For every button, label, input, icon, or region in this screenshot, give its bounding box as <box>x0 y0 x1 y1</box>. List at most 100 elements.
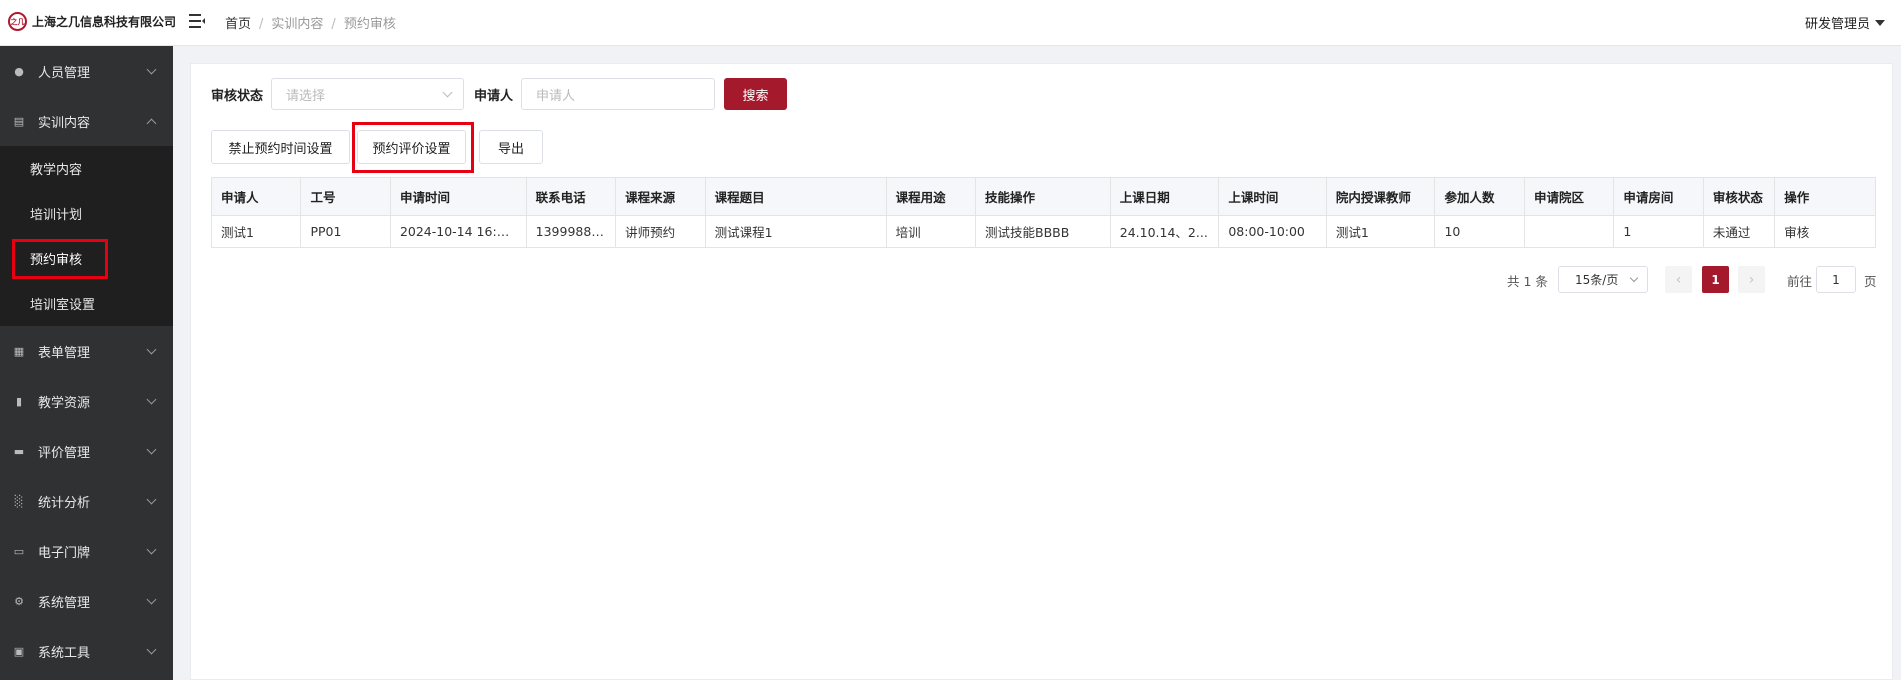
table-row[interactable]: 测试1 PP01 2024-10-14 16:39... 13999885...… <box>210 215 1876 248</box>
sidebar-item-system[interactable]: ⚙ 系统管理 <box>0 576 173 626</box>
sidebar-item-tools[interactable]: ▣ 系统工具 <box>0 626 173 676</box>
booking-table: 申请人 工号 申请时间 联系电话 课程来源 课程题目 课程用途 技能操作 上课日… <box>210 177 1876 248</box>
table-cell: 未通过 <box>1702 215 1776 248</box>
column-header[interactable]: 申请人 <box>210 177 302 216</box>
sidebar-item-statistics[interactable]: ░ 统计分析 <box>0 476 173 526</box>
table-cell <box>1523 215 1615 248</box>
sidebar-item-users[interactable]: ● 人员管理 <box>0 46 173 96</box>
chevron-down-icon <box>1629 273 1639 283</box>
table-cell: 测试课程1 <box>704 215 887 248</box>
menu-toggle-icon[interactable] <box>189 14 205 28</box>
toolbox-icon: ▣ <box>13 644 25 658</box>
table-cell: 08:00-10:00 <box>1218 215 1327 248</box>
column-header[interactable]: 技能操作 <box>975 177 1111 216</box>
highlight-box <box>12 239 108 279</box>
column-header[interactable]: 联系电话 <box>525 177 617 216</box>
column-header[interactable]: 参加人数 <box>1434 177 1525 216</box>
logo[interactable]: 之几 上海之几信息科技有限公司 <box>8 12 176 31</box>
column-header[interactable]: 申请房间 <box>1613 177 1704 216</box>
sidebar-item-training-content[interactable]: ▤ 实训内容 <box>0 96 173 146</box>
table-cell: PP01 <box>300 215 391 248</box>
chevron-down-icon <box>442 87 453 98</box>
content-icon: ▤ <box>13 114 25 128</box>
main-panel: 审核状态 请选择 申请人 申请人 搜索 禁止预约时间设置 预约评价设置 导出 申… <box>190 63 1893 680</box>
sidebar-item-label: 统计分析 <box>38 495 91 511</box>
table-cell: 2024-10-14 16:39... <box>389 215 527 248</box>
page-unit-label: 页 <box>1864 274 1877 289</box>
table-cell: 1 <box>1613 215 1704 248</box>
review-link[interactable]: 审核 <box>1774 215 1876 248</box>
chevron-down-icon <box>146 444 157 455</box>
column-header[interactable]: 申请院区 <box>1523 177 1615 216</box>
user-name: 研发管理员 <box>1804 17 1870 32</box>
submenu-training-content: 教学内容 培训计划 预约审核 培训室设置 <box>0 146 173 326</box>
goto-label: 前往 <box>1787 274 1813 289</box>
top-header: 之几 上海之几信息科技有限公司 首页 / 实训内容 / 预约审核 研发管理员 <box>0 0 1901 46</box>
column-header[interactable]: 上课日期 <box>1109 177 1220 216</box>
evaluation-icon: ▬ <box>13 444 25 458</box>
sidebar-item-doorplate[interactable]: ▭ 电子门牌 <box>0 526 173 576</box>
pagination-total: 共 1 条 <box>1507 274 1548 289</box>
company-name: 上海之几信息科技有限公司 <box>32 15 177 29</box>
sidebar-subitem-teaching-content[interactable]: 教学内容 <box>0 146 173 191</box>
column-header[interactable]: 课程用途 <box>885 177 977 216</box>
status-select-placeholder: 请选择 <box>286 88 326 104</box>
column-header[interactable]: 院内授课教师 <box>1325 177 1436 216</box>
chevron-down-icon <box>146 494 157 505</box>
page-number-current[interactable]: 1 <box>1702 266 1729 293</box>
subitem-label: 教学内容 <box>30 163 83 178</box>
chevron-down-icon <box>146 394 157 405</box>
monitor-icon: ▭ <box>13 544 25 558</box>
table-cell: 测试技能BBBB <box>975 215 1111 248</box>
sidebar: ● 人员管理 ▤ 实训内容 教学内容 培训计划 预约审核 培训室设置 ▦ 表单管… <box>0 46 173 680</box>
column-header[interactable]: 申请时间 <box>389 177 527 216</box>
export-button[interactable]: 导出 <box>479 130 543 164</box>
table-cell: 测试1 <box>1325 215 1436 248</box>
gear-icon: ⚙ <box>14 594 24 608</box>
sidebar-item-label: 系统工具 <box>38 645 91 661</box>
column-header[interactable]: 工号 <box>300 177 391 216</box>
sidebar-item-resources[interactable]: ▮ 教学资源 <box>0 376 173 426</box>
page-size-value: 15条/页 <box>1575 273 1619 287</box>
sidebar-item-forms[interactable]: ▦ 表单管理 <box>0 326 173 376</box>
users-icon: ● <box>14 64 24 78</box>
sidebar-item-label: 电子门牌 <box>38 545 91 561</box>
chevron-up-icon <box>146 118 157 129</box>
column-header[interactable]: 审核状态 <box>1702 177 1776 216</box>
applicant-filter-label: 申请人 <box>474 89 514 104</box>
sidebar-subitem-room-settings[interactable]: 培训室设置 <box>0 281 173 326</box>
prev-page-button[interactable]: ‹ <box>1665 266 1692 293</box>
status-select[interactable]: 请选择 <box>271 78 464 110</box>
next-page-button[interactable]: › <box>1738 266 1765 293</box>
table-cell: 讲师预约 <box>615 215 706 248</box>
logo-icon: 之几 <box>8 12 27 31</box>
user-menu[interactable]: 研发管理员 <box>1805 13 1885 32</box>
search-button[interactable]: 搜索 <box>724 78 787 110</box>
sidebar-subitem-training-plan[interactable]: 培训计划 <box>0 191 173 236</box>
column-header[interactable]: 课程题目 <box>704 177 887 216</box>
sidebar-subitem-booking-review[interactable]: 预约审核 <box>0 236 173 281</box>
forbid-booking-time-button[interactable]: 禁止预约时间设置 <box>211 130 350 164</box>
sidebar-item-label: 评价管理 <box>38 445 91 461</box>
sidebar-item-evaluation[interactable]: ▬ 评价管理 <box>0 426 173 476</box>
chart-icon: ░ <box>14 494 24 508</box>
resource-icon: ▮ <box>15 394 23 408</box>
sidebar-item-label: 系统管理 <box>38 595 91 611</box>
breadcrumb-home[interactable]: 首页 <box>225 17 251 32</box>
status-filter-label: 审核状态 <box>211 89 264 104</box>
sidebar-item-label: 实训内容 <box>38 115 91 131</box>
sidebar-item-label: 表单管理 <box>38 345 91 361</box>
chevron-left-icon: ‹ <box>1675 271 1682 288</box>
sidebar-item-label: 教学资源 <box>38 395 91 411</box>
form-icon: ▦ <box>13 344 25 358</box>
goto-page-input[interactable]: 1 <box>1816 266 1856 293</box>
caret-down-icon <box>1875 19 1885 26</box>
chevron-down-icon <box>146 544 157 555</box>
page-size-select[interactable]: 15条/页 <box>1558 266 1648 293</box>
applicant-input[interactable]: 申请人 <box>521 78 715 110</box>
table-cell: 10 <box>1434 215 1525 248</box>
breadcrumb-section[interactable]: 实训内容 <box>271 17 323 32</box>
column-header[interactable]: 上课时间 <box>1218 177 1327 216</box>
column-header[interactable]: 课程来源 <box>615 177 706 216</box>
chevron-down-icon <box>146 344 157 355</box>
